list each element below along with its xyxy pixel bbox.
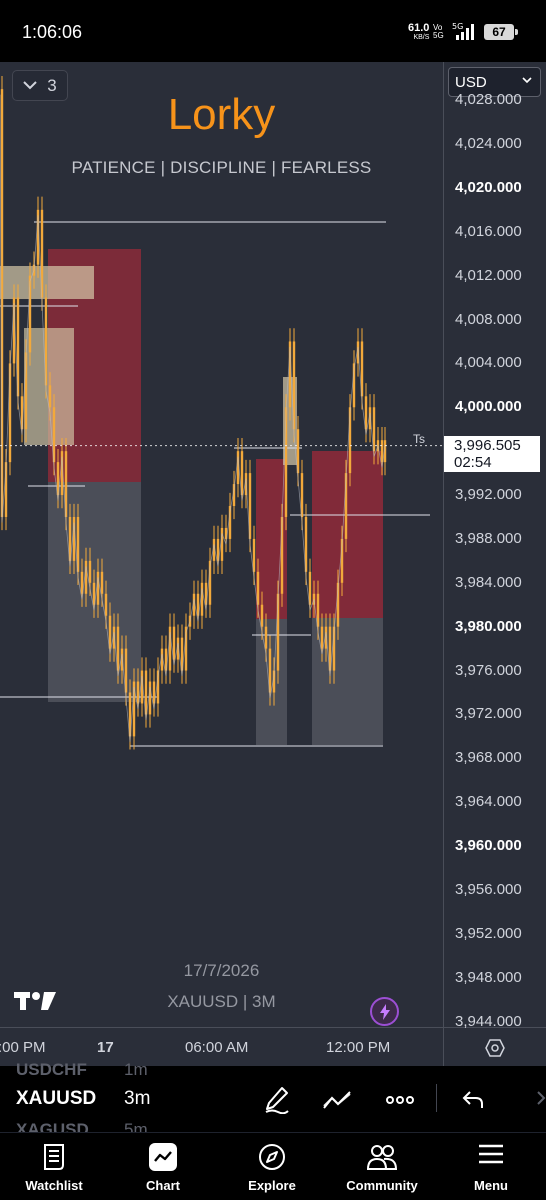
price-axis-label: 4,000.000 [455, 398, 522, 416]
pencil-icon[interactable] [264, 1086, 290, 1114]
chart-icon [149, 1143, 177, 1171]
toolbar-divider [436, 1084, 437, 1112]
candle-body [104, 593, 108, 616]
network-type: 5G [452, 22, 463, 31]
flash-button[interactable] [370, 997, 399, 1026]
stop-loss-zone [312, 451, 383, 618]
price-axis-label: 4,008.000 [455, 310, 522, 328]
volte-icon: Vo 5G [433, 23, 444, 40]
status-bar: 1:06:06 61.0 KB/S Vo 5G 5G 67 [0, 0, 546, 62]
chart-area[interactable]: 3 Lorky PATIENCE | DISCIPLINE | FEARLESS… [0, 62, 546, 1066]
candle-body [84, 560, 88, 594]
prev-symbol-label: USDCHF [16, 1060, 87, 1079]
candle-body [264, 626, 268, 649]
nav-community[interactable]: Community [332, 1133, 432, 1200]
watchlist-icon [44, 1144, 64, 1170]
price-axis-label: 4,016.000 [455, 222, 522, 240]
indicators-icon[interactable] [322, 1088, 354, 1112]
time-axis-label: :00 PM [0, 1039, 46, 1056]
prev-symbol[interactable]: USDCHF 1m [16, 1060, 148, 1080]
nav-label: Menu [474, 1178, 508, 1193]
price-axis-label: 3,980.000 [455, 617, 522, 635]
take-profit-zone [256, 619, 287, 745]
nav-menu[interactable]: Menu [441, 1133, 541, 1200]
status-time: 1:06:06 [22, 22, 83, 42]
candle-body [316, 593, 320, 627]
compass-icon [259, 1144, 285, 1170]
chevron-down-icon [23, 81, 37, 90]
nav-watchlist[interactable]: Watchlist [4, 1133, 104, 1200]
candle-body [256, 571, 260, 605]
price-axis-label: 3,948.000 [455, 968, 522, 986]
candle-body [364, 396, 368, 430]
price-axis-label: 3,976.000 [455, 661, 522, 679]
price-axis-label: 4,024.000 [455, 135, 522, 152]
price-axis-label: 3,964.000 [455, 793, 522, 811]
redo-icon[interactable] [522, 1090, 546, 1110]
nav-label: Community [346, 1178, 418, 1193]
candle-body [88, 560, 92, 583]
time-axis-label: 06:00 AM [185, 1039, 249, 1056]
gear-icon[interactable] [485, 1038, 505, 1058]
price-axis-label: 3,968.000 [455, 749, 522, 767]
price-plot[interactable] [0, 62, 443, 1027]
price-axis-label: 3,984.000 [455, 573, 522, 591]
candle-body [260, 604, 264, 627]
bar-countdown: 02:54 [454, 454, 492, 471]
network-speed-unit: KB/S [413, 34, 430, 41]
candle-body [220, 527, 224, 561]
candle-body [108, 615, 112, 649]
chart-date: 17/7/2026 [183, 961, 260, 980]
prev-interval: 1m [124, 1060, 148, 1079]
current-price-value: 3,996.505 [454, 437, 521, 454]
bottom-navigation: Watchlist Chart Explore Community Menu [0, 1132, 546, 1200]
candle-body [172, 626, 176, 660]
more-icon[interactable] [386, 1096, 414, 1104]
price-axis-label: 3,956.000 [455, 880, 522, 898]
nav-label: Chart [146, 1178, 180, 1193]
nav-label: Watchlist [25, 1178, 83, 1193]
battery-icon: 67 [484, 24, 518, 40]
network-speed: 61.0 KB/S [408, 23, 429, 43]
nav-explore[interactable]: Explore [222, 1133, 322, 1200]
ts-label: Ts [413, 432, 425, 446]
price-axis-label: 3,972.000 [455, 705, 522, 723]
time-axis-label: 12:00 PM [326, 1039, 391, 1056]
chevron-down-icon [522, 77, 532, 84]
menu-icon [479, 1144, 503, 1164]
price-axis-label: 3,952.000 [455, 924, 522, 942]
candle-body [200, 582, 204, 616]
price-axis-label: 3,960.000 [455, 837, 522, 855]
candle-body [48, 385, 52, 408]
signal-icon: 5G [452, 22, 474, 40]
price-axis-label: 4,020.000 [455, 178, 522, 196]
current-price-tag: 3,996.505 02:54 [444, 436, 540, 472]
nav-label: Explore [248, 1178, 296, 1193]
time-axis-label: 17 [97, 1039, 114, 1056]
candle-body [320, 626, 324, 649]
community-icon [366, 1145, 398, 1170]
price-axis-label: 4,004.000 [455, 354, 522, 372]
candle-body [96, 571, 100, 605]
price-axis-label: 4,012.000 [455, 266, 522, 284]
interval-button[interactable]: 3m [124, 1088, 150, 1110]
undo-icon[interactable] [462, 1090, 486, 1110]
lightning-icon [379, 1003, 390, 1020]
candle-body [148, 681, 152, 715]
symbol-button[interactable]: XAUUSD [16, 1088, 96, 1110]
brand-title: Lorky [167, 90, 276, 139]
battery-level: 67 [492, 25, 506, 39]
price-axis-divider [443, 62, 444, 1066]
nav-chart[interactable]: Chart [113, 1133, 213, 1200]
brand-tagline: PATIENCE | DISCIPLINE | FEARLESS [71, 158, 372, 177]
price-axis-label: 4,028.000 [455, 91, 522, 109]
candle-body [308, 571, 312, 605]
symbol-toolbar: USDCHF 1m XAUUSD 3m XAGUSD 5m [0, 1060, 546, 1139]
price-axis-label: 3,988.000 [455, 529, 522, 547]
price-axis-label: 3,992.000 [455, 486, 522, 504]
candle-body [252, 538, 256, 572]
candle-body [100, 571, 104, 594]
price-axis-label: 3,944.000 [455, 1012, 522, 1030]
currency-value: USD [455, 73, 487, 91]
